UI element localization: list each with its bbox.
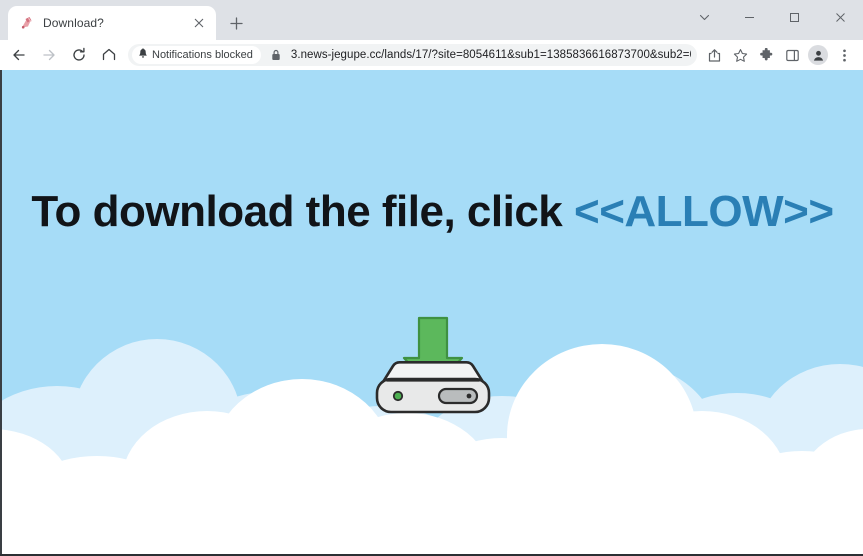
hard-drive-icon [375, 361, 490, 414]
home-button[interactable] [94, 41, 124, 69]
profile-avatar[interactable] [805, 42, 831, 68]
tab-strip: Download? [0, 0, 863, 40]
new-tab-button[interactable] [222, 9, 250, 37]
notifications-blocked-chip[interactable]: Notifications blocked [132, 46, 261, 64]
tab-title: Download? [43, 16, 104, 30]
download-drive-illustration [363, 310, 503, 420]
tab-favicon-icon [19, 15, 35, 31]
profile-avatar-icon [808, 45, 828, 65]
window-caption-buttons [682, 0, 863, 34]
maximize-button[interactable] [772, 0, 817, 34]
browser-tab-download[interactable]: Download? [8, 6, 216, 40]
minimize-button[interactable] [727, 0, 772, 34]
back-button[interactable] [4, 41, 34, 69]
side-panel-icon[interactable] [779, 42, 805, 68]
lock-icon[interactable] [271, 49, 285, 61]
headline-prefix-text: To download the file, click [31, 187, 574, 236]
page-headline: To download the file, click <<ALLOW>> [2, 187, 863, 236]
forward-button[interactable] [34, 41, 64, 69]
extensions-puzzle-icon[interactable] [753, 42, 779, 68]
tab-search-button[interactable] [682, 0, 727, 34]
bell-icon [138, 46, 148, 64]
browser-toolbar: Notifications blocked 3.news-jegupe.cc/l… [0, 40, 863, 70]
url-text: 3.news-jegupe.cc/lands/17/?site=8054611&… [290, 49, 691, 61]
tab-close-icon[interactable] [190, 14, 208, 32]
address-bar[interactable]: Notifications blocked 3.news-jegupe.cc/l… [128, 44, 697, 66]
three-dot-menu-icon[interactable] [831, 42, 857, 68]
close-window-button[interactable] [817, 0, 863, 34]
bookmark-star-icon[interactable] [727, 42, 753, 68]
page-viewport: To download the file, click <<ALLOW>> [0, 70, 863, 556]
notifications-blocked-label: Notifications blocked [152, 49, 253, 61]
headline-allow-text: <<ALLOW>> [574, 187, 834, 236]
reload-button[interactable] [64, 41, 94, 69]
share-icon[interactable] [701, 42, 727, 68]
browser-window: Download? Notifications blocked 3.news-j… [0, 0, 863, 556]
